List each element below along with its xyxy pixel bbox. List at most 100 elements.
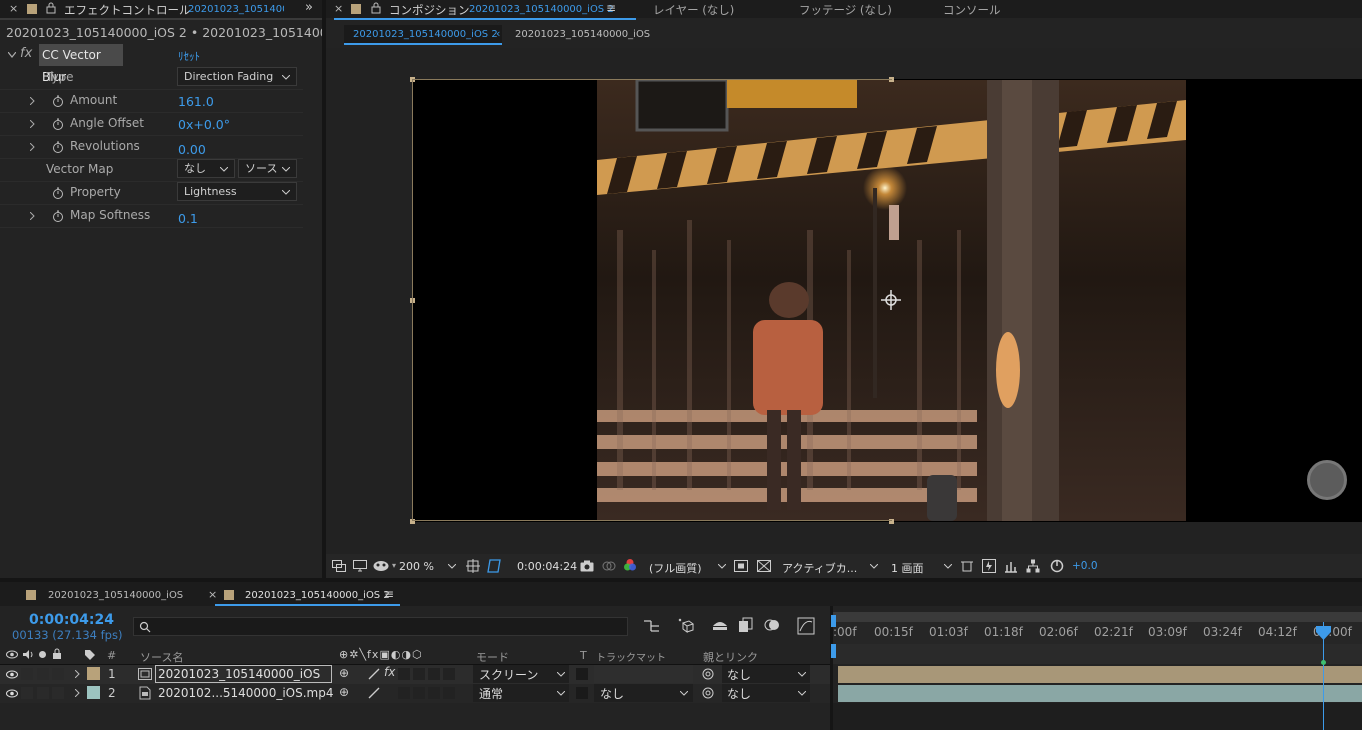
transform-handle[interactable] [889, 519, 894, 524]
sub-tab-active[interactable]: 20201023_105140000_iOS 2 [344, 25, 502, 45]
playhead-handle-icon[interactable] [1316, 626, 1331, 640]
transform-handle[interactable] [889, 77, 894, 82]
column-number[interactable]: # [107, 649, 116, 662]
toggle-pixel-aspect-icon[interactable] [960, 559, 974, 573]
mask-icon[interactable] [373, 560, 389, 572]
parent-dropdown-1[interactable]: なし [722, 665, 810, 683]
lock-toggle[interactable] [52, 668, 64, 680]
switch-box[interactable] [428, 668, 440, 680]
quality-switch-icon[interactable] [368, 687, 380, 699]
lock-toggle[interactable] [52, 687, 64, 699]
close-icon[interactable]: × [9, 2, 18, 15]
comp-mini-flowchart-icon[interactable] [643, 619, 661, 633]
map-softness-value[interactable]: 0.1 [178, 211, 198, 226]
layer-name-box[interactable]: 20201023_105140000_iOS [155, 665, 332, 683]
tab-layer[interactable]: レイヤー (なし) [653, 2, 734, 18]
switch-box[interactable] [428, 687, 440, 699]
audio-icon[interactable] [22, 649, 34, 660]
rgb-channel-icon[interactable] [623, 558, 637, 572]
region-of-interest-icon[interactable] [734, 560, 748, 572]
timeline-tab-2[interactable]: 20201023_105140000_iOS 2 [245, 590, 390, 601]
column-parent[interactable]: 親とリンク [703, 649, 758, 665]
fx-icon[interactable]: fx [20, 46, 32, 61]
effect-controls-tab[interactable]: × エフェクトコントロール 20201023_10514000 » [0, 0, 322, 18]
shy-layers-icon[interactable] [711, 618, 729, 634]
lock-icon[interactable] [46, 2, 56, 14]
pickwhip-icon[interactable] [702, 687, 714, 699]
column-mode[interactable]: モード [476, 649, 509, 665]
flowchart-icon[interactable] [1026, 559, 1040, 573]
vector-map-source-dropdown[interactable]: ソース [238, 159, 297, 178]
chevron-down-icon[interactable] [8, 52, 16, 58]
transform-handle[interactable] [410, 519, 415, 524]
resolution-dropdown[interactable]: (フル画質) [644, 557, 730, 575]
lock-icon[interactable] [52, 648, 62, 660]
amount-value[interactable]: 161.0 [178, 94, 214, 109]
column-trackmatte[interactable]: トラックマット [596, 649, 666, 664]
audio-toggle[interactable] [21, 687, 33, 699]
motion-blur-icon[interactable] [764, 617, 780, 633]
close-icon[interactable]: × [334, 2, 343, 15]
reset-link[interactable]: ﾘｾｯﾄ [178, 48, 200, 64]
panel-overflow-icon[interactable]: » [305, 0, 313, 15]
switch-box[interactable] [398, 687, 410, 699]
menu-icon[interactable]: ≡ [384, 587, 394, 601]
layer-row-1[interactable]: 1 20201023_105140000_iOS ⊕ fx スクリーン なし [0, 665, 830, 684]
chevron-right-icon[interactable] [30, 120, 35, 128]
layer-label-color[interactable] [87, 667, 100, 680]
eye-icon[interactable] [6, 650, 18, 659]
camera-snapshot-icon[interactable] [580, 560, 594, 572]
stopwatch-icon[interactable] [52, 210, 64, 222]
frame-blending-icon[interactable] [738, 617, 754, 633]
composition-marker-bar[interactable] [833, 644, 1362, 664]
zoom-dropdown[interactable]: 200 % [394, 557, 458, 575]
chevron-right-icon[interactable] [75, 689, 80, 697]
fx-icon[interactable]: fx [384, 665, 395, 679]
column-source-name[interactable]: ソース名 [140, 649, 183, 665]
close-icon[interactable]: × [208, 588, 217, 601]
solo-icon[interactable] [39, 651, 46, 658]
stopwatch-icon[interactable] [52, 141, 64, 153]
views-dropdown[interactable]: 1 画面 [888, 557, 956, 575]
show-snapshot-icon[interactable] [602, 559, 616, 573]
stopwatch-icon[interactable] [52, 118, 64, 130]
graph-editor-icon[interactable] [797, 617, 815, 635]
chevron-left-icon[interactable]: ‹ [496, 27, 500, 40]
switch-box[interactable] [443, 687, 455, 699]
layer-label-color[interactable] [87, 686, 100, 699]
timeline-icon[interactable] [1004, 559, 1018, 573]
work-area-bar[interactable] [833, 612, 1362, 622]
layer-bar-2[interactable] [838, 685, 1362, 702]
tab-footage[interactable]: フッテージ (なし) [799, 2, 892, 18]
chevron-right-icon[interactable] [30, 143, 35, 151]
monitor-icon[interactable] [353, 560, 367, 572]
composition-title[interactable]: コンポジション [389, 2, 470, 18]
switch-box[interactable] [398, 668, 410, 680]
revolutions-value[interactable]: 0.00 [178, 142, 206, 157]
angle-offset-value[interactable]: 0x+0.0° [178, 117, 230, 132]
mode-dropdown-2[interactable]: 通常 [473, 684, 569, 702]
mode-dropdown-1[interactable]: スクリーン [473, 665, 569, 683]
switch-box[interactable] [413, 687, 425, 699]
viewer-timecode[interactable]: 0:00:04:24 [517, 560, 577, 573]
lock-icon[interactable] [371, 2, 381, 14]
stopwatch-icon[interactable] [52, 95, 64, 107]
timeline-tab-1[interactable]: 20201023_105140000_iOS [48, 590, 183, 601]
eye-icon[interactable] [6, 670, 18, 679]
work-area-start-handle[interactable] [831, 615, 836, 627]
layers-icon[interactable] [332, 560, 346, 572]
pickwhip-icon[interactable] [702, 668, 714, 680]
vector-map-layer-dropdown[interactable]: なし [177, 159, 235, 178]
switch-box[interactable] [443, 668, 455, 680]
shy-switch-icon[interactable]: ⊕ [339, 685, 349, 699]
menu-icon[interactable]: ≡ [606, 1, 616, 15]
draft-3d-icon[interactable] [677, 617, 695, 635]
transparency-grid-icon[interactable] [757, 560, 771, 572]
solo-toggle[interactable] [37, 668, 49, 680]
type-dropdown[interactable]: Direction Fading [177, 67, 297, 86]
camera-dropdown[interactable]: アクティブカ... [778, 557, 882, 575]
parent-dropdown-2[interactable]: なし [722, 684, 810, 702]
preserve-transparency-toggle[interactable] [576, 687, 588, 699]
layer-search-input[interactable] [133, 617, 628, 636]
trackmatte-dropdown-2[interactable]: なし [594, 684, 693, 702]
